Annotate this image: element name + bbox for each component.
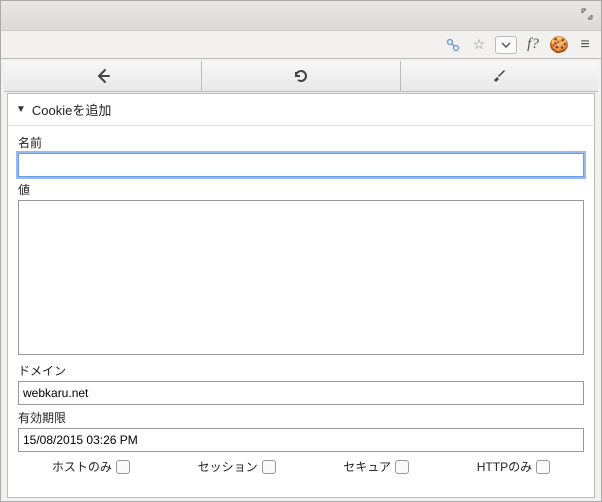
secure-label: セキュア <box>343 458 391 475</box>
expire-input[interactable] <box>18 428 584 452</box>
name-label: 名前 <box>18 134 584 151</box>
session-label: セッション <box>198 458 258 475</box>
form-area: 名前 値 ドメイン 有効期限 ホストのみ セッション <box>8 126 594 485</box>
content-panel: ▼ Cookieを追加 名前 値 ドメイン 有効期限 ホストのみ <box>7 93 595 498</box>
section-title: Cookieを追加 <box>32 100 111 119</box>
value-label: 値 <box>18 181 584 198</box>
cookie-icon[interactable]: 🍪 <box>549 35 569 55</box>
expand-triangle-icon: ▼ <box>16 104 26 115</box>
host-only-check[interactable]: ホストのみ <box>52 458 130 475</box>
panel-toolbar <box>4 61 598 92</box>
menu-icon[interactable]: ≡ <box>575 35 595 55</box>
star-icon[interactable]: ☆ <box>469 35 489 55</box>
section-header[interactable]: ▼ Cookieを追加 <box>8 94 594 126</box>
checkbox-icon <box>536 460 550 474</box>
host-only-label: ホストのみ <box>52 458 112 475</box>
settings-button[interactable] <box>401 61 598 91</box>
checkbox-icon <box>262 460 276 474</box>
domain-input[interactable] <box>18 381 584 405</box>
pocket-icon[interactable] <box>495 36 517 54</box>
checkbox-icon <box>395 460 409 474</box>
checkbox-row: ホストのみ セッション セキュア HTTPのみ <box>18 452 584 477</box>
name-input[interactable] <box>18 153 584 177</box>
checkbox-icon <box>116 460 130 474</box>
back-button[interactable] <box>4 61 202 91</box>
session-check[interactable]: セッション <box>198 458 276 475</box>
secure-check[interactable]: セキュア <box>343 458 409 475</box>
http-only-check[interactable]: HTTPのみ <box>477 458 550 475</box>
link-icon[interactable] <box>443 35 463 55</box>
value-textarea[interactable] <box>18 200 584 355</box>
app-window: ☆ f? 🍪 ≡ ▼ Cookieを追加 名前 <box>0 0 602 502</box>
resize-icon[interactable] <box>581 7 593 23</box>
expire-label: 有効期限 <box>18 409 584 426</box>
domain-label: ドメイン <box>18 362 584 379</box>
titlebar <box>1 1 601 31</box>
http-only-label: HTTPのみ <box>477 458 532 475</box>
extensions-row: ☆ f? 🍪 ≡ <box>1 31 601 59</box>
undo-button[interactable] <box>202 61 400 91</box>
fquery-icon[interactable]: f? <box>523 35 543 55</box>
